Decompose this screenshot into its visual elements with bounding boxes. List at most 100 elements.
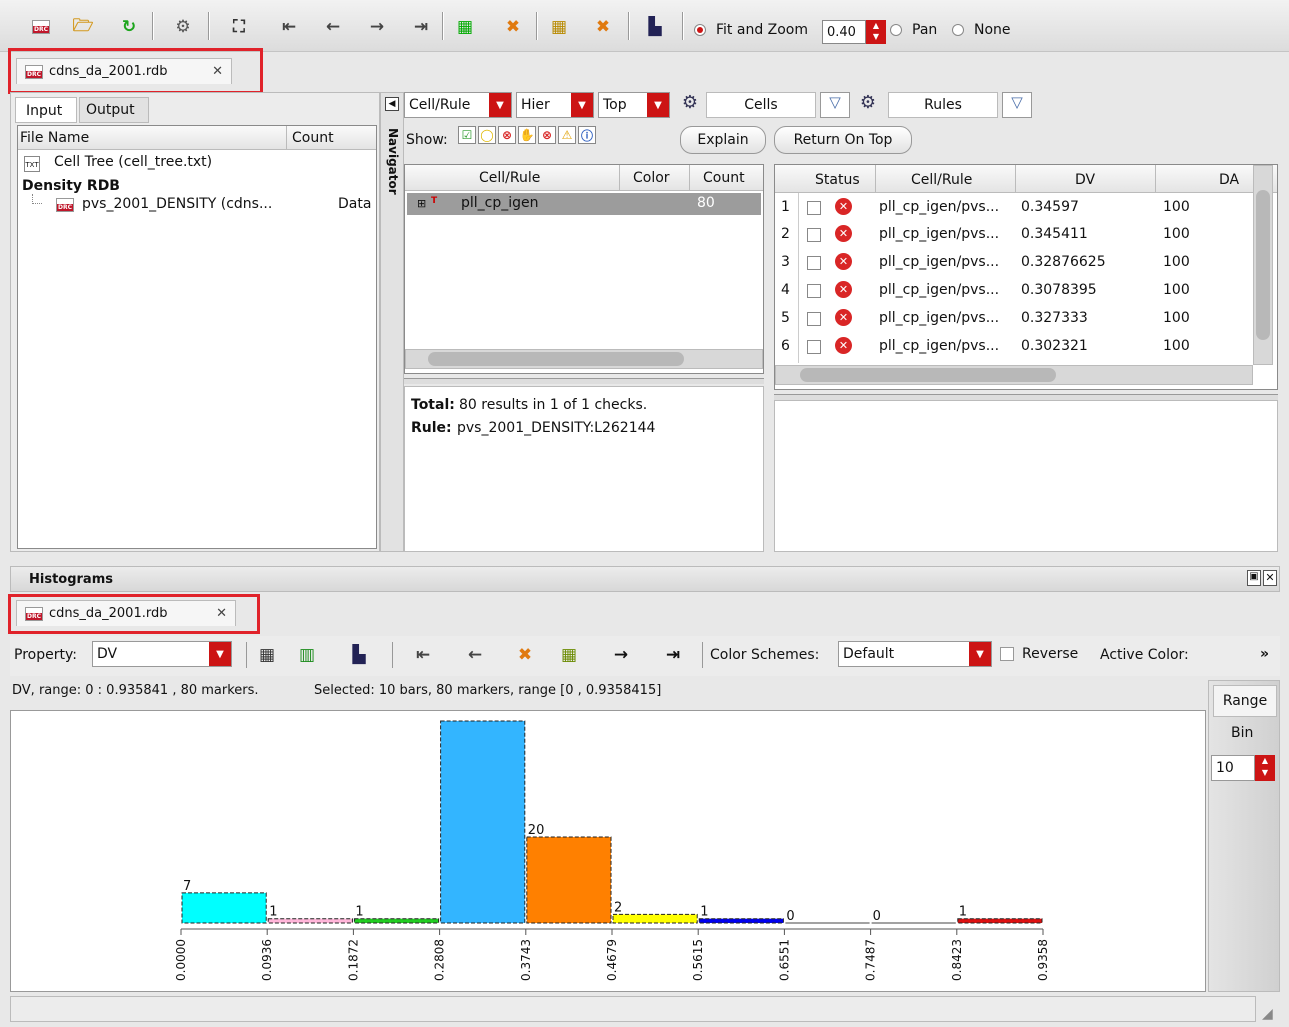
more-icon[interactable]: » (1260, 646, 1269, 662)
rules-filter-icon[interactable]: ▽ (1002, 92, 1032, 118)
resize-grip-icon[interactable]: ◢ (1262, 1006, 1278, 1022)
col-count[interactable]: Count (292, 130, 334, 146)
fit-zoom-radio[interactable] (694, 24, 706, 36)
results-hscroll[interactable] (775, 365, 1253, 385)
histogram-bar[interactable] (181, 892, 267, 924)
col-file-name[interactable]: File Name (20, 130, 89, 146)
row-checkbox[interactable] (807, 312, 821, 326)
hier-dropdown[interactable]: Hier ▼ (516, 92, 594, 118)
cells-gear-icon[interactable]: ⚙ (676, 92, 704, 118)
show-info-icon[interactable]: ⓘ (578, 126, 596, 144)
histogram-bar[interactable] (526, 836, 612, 924)
grid-select-icon[interactable]: ▦ (556, 642, 582, 668)
col-cellrule[interactable]: Cell/Rule (479, 170, 540, 186)
rules-field[interactable]: Rules (888, 92, 998, 118)
pan-radio[interactable] (890, 24, 902, 36)
histogram-icon[interactable]: ▙ (642, 14, 668, 40)
cellrule-dropdown[interactable]: Cell/Rule ▼ (404, 92, 512, 118)
folder-icon[interactable]: 🗁 (70, 14, 96, 40)
table-row[interactable]: 6 ✕ pll_cp_igen/pvs... 0.302321 100 (775, 333, 1253, 361)
bar-chart-icon[interactable]: ▙ (346, 642, 372, 668)
scroll-thumb[interactable] (428, 352, 684, 366)
tab-histogram-rdb[interactable]: cdns_da_2001.rdb ✕ (16, 600, 236, 626)
open-drc-icon[interactable] (28, 14, 54, 40)
results-vscroll[interactable] (1253, 165, 1273, 365)
clear-all-icon[interactable]: ✖ (590, 14, 616, 40)
bar-select-icon[interactable]: ▥ (294, 642, 320, 668)
density-rdb-item[interactable]: Density RDB (22, 178, 120, 194)
table-row[interactable]: 1 ✕ pll_cp_igen/pvs... 0.34597 100 (775, 193, 1253, 221)
clear-x-icon[interactable]: ✖ (512, 642, 538, 668)
close-icon[interactable]: ✕ (216, 606, 227, 621)
color-scheme-dropdown[interactable]: Default ▼ (838, 641, 992, 667)
close-icon[interactable]: ✕ (212, 64, 223, 79)
row-checkbox[interactable] (807, 201, 821, 215)
navigator-strip[interactable]: ◀ Navigator (380, 92, 404, 552)
col-count[interactable]: Count (703, 170, 745, 186)
show-waived-icon[interactable]: ◯ (478, 126, 496, 144)
return-on-top-button[interactable]: Return On Top (774, 126, 912, 154)
next-arrow-icon[interactable]: → (608, 642, 634, 668)
show-warning-icon[interactable]: ⚠ (558, 126, 576, 144)
col-dv[interactable]: DV (1075, 172, 1095, 188)
top-dropdown[interactable]: Top ▼ (598, 92, 670, 118)
table-row[interactable]: 4 ✕ pll_cp_igen/pvs... 0.3078395 100 (775, 277, 1253, 305)
zoom-input[interactable]: 0.40 (822, 20, 866, 44)
cellrule-grid-hscroll[interactable] (405, 349, 763, 369)
gear-icon[interactable]: ⚙ (170, 14, 196, 40)
row-checkbox[interactable] (807, 256, 821, 270)
expand-icon[interactable]: ⊞ (417, 197, 426, 210)
scroll-thumb[interactable] (1256, 190, 1270, 340)
cells-filter-icon[interactable]: ▽ (820, 92, 850, 118)
density-item[interactable]: pvs_2001_DENSITY (cdns... (82, 196, 272, 212)
range-tab[interactable]: Range (1213, 685, 1277, 717)
row-checkbox[interactable] (807, 228, 821, 242)
zoom-spinner[interactable]: ▲ ▼ (866, 20, 886, 44)
refresh-icon[interactable]: ↻ (116, 14, 142, 40)
first-arrow-icon[interactable]: ⇤ (276, 14, 302, 40)
cell-tree-item[interactable]: Cell Tree (cell_tree.txt) (54, 154, 212, 170)
show-fail-icon[interactable]: ⊗ (538, 126, 556, 144)
col-cellrule[interactable]: Cell/Rule (911, 172, 972, 188)
cells-field[interactable]: Cells (706, 92, 816, 118)
none-radio[interactable] (952, 24, 964, 36)
table-row[interactable]: 2 ✕ pll_cp_igen/pvs... 0.345411 100 (775, 221, 1253, 249)
close-panel-icon[interactable]: ✕ (1263, 570, 1277, 586)
row-checkbox[interactable] (807, 284, 821, 298)
select-bars-icon[interactable]: ▦ (254, 642, 280, 668)
col-status[interactable]: Status (815, 172, 860, 188)
clear-x-icon[interactable]: ✖ (500, 14, 526, 40)
tab-cdns-rdb[interactable]: cdns_da_2001.rdb ✕ (16, 58, 232, 84)
property-dropdown[interactable]: DV ▼ (92, 641, 232, 667)
show-stop-icon[interactable]: ✋ (518, 126, 536, 144)
scroll-thumb[interactable] (800, 368, 1056, 382)
show-pass-icon[interactable]: ☑ (458, 126, 476, 144)
table-row[interactable]: 5 ✕ pll_cp_igen/pvs... 0.327333 100 (775, 305, 1253, 333)
table-row-selected[interactable]: ⊞ T pll_cp_igen 80 (407, 193, 761, 215)
next-arrow-icon[interactable]: → (364, 14, 390, 40)
tab-output[interactable]: Output (79, 97, 149, 123)
last-arrow-icon[interactable]: ⇥ (408, 14, 434, 40)
bin-input[interactable]: 10 (1211, 755, 1255, 781)
prev-arrow-icon[interactable]: ← (320, 14, 346, 40)
collapse-left-icon[interactable]: ◀ (385, 97, 399, 111)
tab-input[interactable]: Input (15, 97, 77, 123)
row-checkbox[interactable] (807, 340, 821, 354)
reverse-checkbox[interactable] (1000, 647, 1014, 661)
last-arrow-icon[interactable]: ⇥ (660, 642, 686, 668)
restore-icon[interactable]: ▣ (1247, 570, 1261, 586)
histogram-bar[interactable] (440, 720, 526, 924)
fit-window-icon[interactable]: ⛶ (226, 14, 252, 40)
show-error-icon[interactable]: ⊗ (498, 126, 516, 144)
grid-select-icon[interactable]: ▦ (452, 14, 478, 40)
histogram-bar[interactable] (698, 918, 784, 924)
histogram-bar[interactable] (353, 918, 440, 924)
grid-all-icon[interactable]: ▦ (546, 14, 572, 40)
col-color[interactable]: Color (633, 170, 670, 186)
histogram-bar[interactable] (267, 918, 353, 924)
rules-gear-icon[interactable]: ⚙ (854, 92, 882, 118)
explain-button[interactable]: Explain (680, 126, 766, 154)
first-arrow-icon[interactable]: ⇤ (410, 642, 436, 668)
bin-spinner[interactable]: ▲ ▼ (1255, 755, 1275, 781)
histogram-bar[interactable] (957, 918, 1043, 924)
